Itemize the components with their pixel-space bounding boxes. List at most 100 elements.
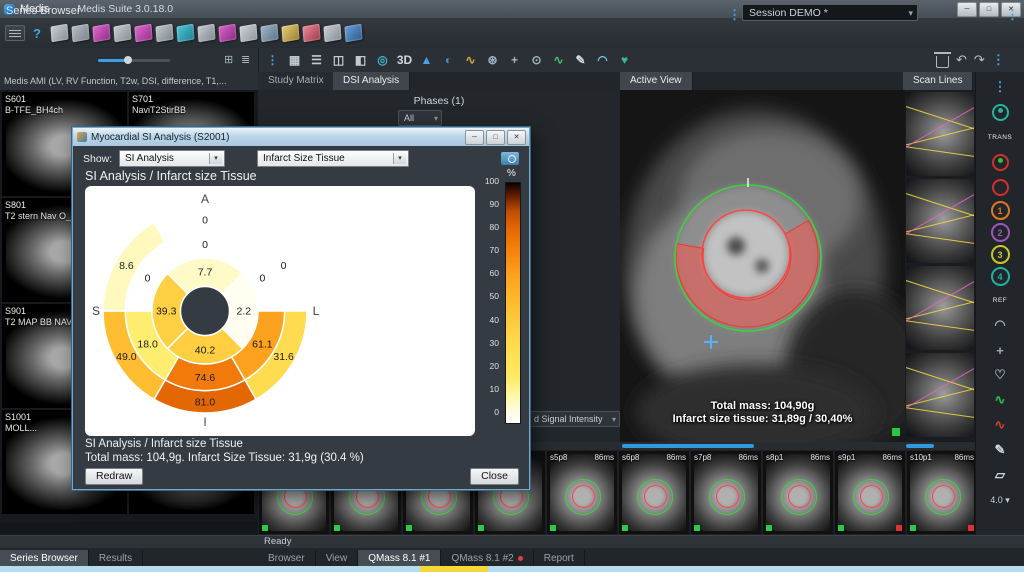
scan-lines-thumbnail[interactable] [906,179,974,263]
kebab-icon[interactable]: ⋮ [992,53,1005,67]
phase-thumbnail[interactable]: s5p886ms [547,451,617,534]
thumbnail-size-slider-knob[interactable] [124,56,132,64]
list-view-icon[interactable]: ☰ [307,49,326,71]
curve-icon[interactable]: ◠ [994,314,1005,336]
app-tool-13-icon[interactable] [302,24,320,43]
app-tool-6-icon[interactable] [155,24,173,43]
help-icon[interactable]: ? [33,26,41,41]
kebab-icon[interactable]: ⋮ [263,49,282,71]
signal-curve-icon[interactable]: ∿ [461,49,480,71]
globe-icon[interactable]: ◐ [439,49,458,71]
app-tool-15-icon[interactable] [344,24,362,43]
move-tool-icon[interactable]: + [505,49,524,71]
scan-lines-thumbnail[interactable] [906,266,974,350]
session-select[interactable]: Session DEMO * [742,4,918,21]
svg-text:0: 0 [259,272,265,284]
trans-label[interactable]: TRANS [988,126,1013,148]
app-tool-11-icon[interactable] [260,24,278,43]
redraw-button[interactable]: Redraw [85,468,143,485]
tab-scan-lines[interactable]: Scan Lines [903,72,973,90]
phase-thumbnail[interactable]: s10p186ms [907,451,975,534]
center-tool-icon[interactable]: + [996,339,1004,361]
trash-icon[interactable] [936,56,949,68]
zoom-level[interactable]: 4.0 ▾ [990,489,1010,511]
phase-thumbnail[interactable]: s8p186ms [763,451,833,534]
cardiac-mri-image[interactable] [620,90,905,442]
scan-lines-thumbnail[interactable] [906,353,974,437]
minimize-button[interactable]: ─ [957,2,977,17]
magnifier-icon[interactable]: ⊙ [527,49,546,71]
layout-stack-icon[interactable]: ◧ [351,49,370,71]
maximize-button[interactable]: □ [486,130,505,145]
phase-filter-select[interactable]: All [398,110,442,126]
menu-burger-icon[interactable] [5,25,25,41]
heart-outline-icon[interactable]: ♡ [994,364,1006,386]
eraser-icon[interactable]: ▱ [995,464,1005,486]
tab-study-matrix[interactable]: Study Matrix [258,72,335,90]
marker-2-icon[interactable]: 2 [991,223,1010,242]
app-tool-1-icon[interactable] [50,24,68,43]
marker-1-icon[interactable]: 1 [991,201,1010,220]
dialog-titlebar[interactable]: Myocardial SI Analysis (S2001) ─□✕ [73,128,529,146]
kebab-icon[interactable]: ⋮ [994,76,1007,98]
phase-label: s6p8 [622,453,639,462]
tab-row: Medis AMI (LV, RV Function, T2w, DSI, di… [0,72,1024,90]
minimize-button[interactable]: ─ [465,130,484,145]
app-tool-4-icon[interactable] [113,24,131,43]
dialog-controls: ─□✕ [465,130,526,145]
marker-3-icon[interactable]: 3 [991,245,1010,264]
three-d-view-icon[interactable]: 3D [395,49,414,71]
list-view-icon[interactable]: ≣ [241,53,250,66]
study-matrix-icon[interactable]: ▦ [285,49,304,71]
app-tool-3-icon[interactable] [92,24,110,43]
undo-icon[interactable]: ↶ [956,50,967,70]
phase-thumbnail[interactable]: s7p886ms [691,451,761,534]
layout-split-icon[interactable]: ◫ [329,49,348,71]
red-signal-icon[interactable]: ∿ [995,414,1006,436]
signal-intensity-select[interactable]: d Signal Intensity [528,411,620,427]
redo-icon[interactable]: ↷ [974,50,985,70]
scan-lines-thumbnail[interactable] [906,92,974,176]
series-browser-title: Series Browser [6,5,81,17]
scrollbar-thumb[interactable] [906,444,934,448]
green-spline-icon[interactable]: ∿ [549,49,568,71]
app-tool-5-icon[interactable] [134,24,152,43]
app-tool-2-icon[interactable] [71,24,89,43]
tissue-type-select[interactable]: Infarct Size Tissue [257,150,409,167]
show-select[interactable]: SI Analysis [119,150,225,167]
snapshot-camera-icon[interactable] [501,152,519,165]
target-icon[interactable] [992,151,1009,173]
arc-tool-icon[interactable]: ◠ [593,49,612,71]
kebab-icon[interactable]: ⋮ [728,8,741,22]
settings-gear-icon[interactable]: ⊛ [483,49,502,71]
app-tool-8-icon[interactable] [197,24,215,43]
close-button[interactable]: ✕ [507,130,526,145]
pencil-tool-icon[interactable]: ✎ [571,49,590,71]
trans-view-icon[interactable] [992,101,1009,123]
green-signal-icon[interactable]: ∿ [995,389,1006,411]
status-square-green [766,525,772,531]
marker-4-icon[interactable]: 4 [991,267,1010,286]
cone-tool-icon[interactable]: ▲ [417,49,436,71]
draw-pencil-icon[interactable]: ✎ [995,439,1006,461]
app-tool-10-icon[interactable] [239,24,257,43]
phase-thumbnail[interactable]: s6p886ms [619,451,689,534]
red-ring-icon[interactable] [992,176,1009,198]
maximize-button[interactable]: □ [979,2,999,17]
mass-overlay-text: Total mass: 104,90g Infarct size tissue:… [620,400,905,426]
kebab-icon[interactable]: ⋮ [1006,8,1019,22]
app-tool-12-icon[interactable] [281,24,299,43]
qangio-globe-icon[interactable]: ◎ [373,49,392,71]
close-button[interactable]: Close [470,468,519,485]
app-tool-9-icon[interactable] [218,24,236,43]
tab-active-view[interactable]: Active View [620,72,693,90]
app-tool-7-icon[interactable] [176,24,194,43]
tab-dsi-analysis[interactable]: DSI Analysis [333,72,410,90]
phases-label: Phases (1) [258,95,620,107]
app-tool-14-icon[interactable] [323,24,341,43]
ref-label[interactable]: REF [993,289,1008,311]
heart-tool-icon[interactable]: ♥ [615,49,634,71]
scrollbar-thumb[interactable] [622,444,754,448]
grid-view-icon[interactable]: ⊞ [224,53,233,66]
phase-thumbnail[interactable]: s9p186ms [835,451,905,534]
